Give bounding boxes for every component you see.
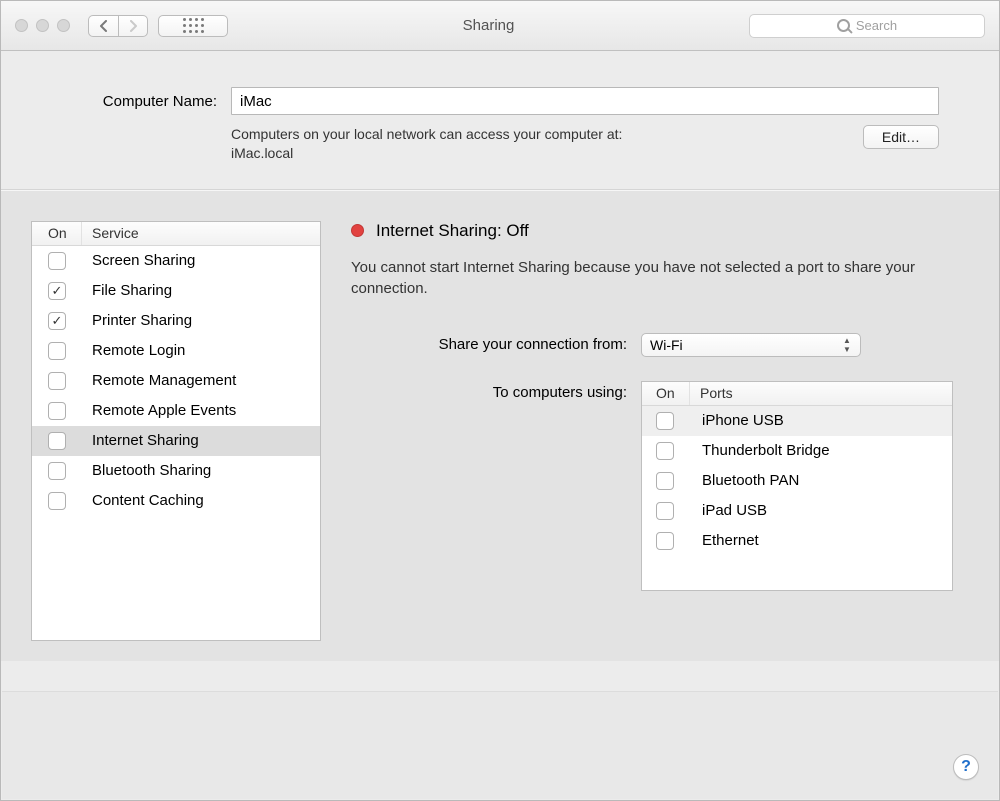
port-name: iPad USB: [692, 502, 952, 519]
ports-table: On Ports iPhone USB Thunderbolt Bridge Blu…: [641, 381, 953, 591]
detail-title: Internet Sharing: Off: [376, 221, 529, 241]
ports-table-body: iPhone USB Thunderbolt Bridge Bluetooth PA…: [642, 406, 952, 556]
ports-header-on[interactable]: On: [642, 382, 690, 405]
service-row[interactable]: Remote Management: [32, 366, 320, 396]
port-name: Thunderbolt Bridge: [692, 442, 952, 459]
forward-button[interactable]: [118, 15, 148, 37]
service-name: Printer Sharing: [82, 312, 320, 329]
service-row[interactable]: Remote Login: [32, 336, 320, 366]
port-checkbox[interactable]: [656, 412, 674, 430]
service-row[interactable]: Content Caching: [32, 486, 320, 516]
service-name: Internet Sharing: [82, 432, 320, 449]
service-checkbox[interactable]: [48, 252, 66, 270]
port-name: iPhone USB: [692, 412, 952, 429]
port-name: Bluetooth PAN: [692, 472, 952, 489]
service-name: Remote Apple Events: [82, 402, 320, 419]
help-button[interactable]: ?: [953, 754, 979, 780]
computer-name-section: Computer Name: Computers on your local n…: [1, 51, 999, 190]
port-name: Ethernet: [692, 532, 952, 549]
to-computers-row: To computers using: On Ports iPhone USB T…: [351, 381, 969, 591]
services-table-body: Screen Sharing ✓ File Sharing ✓ Printer Shar…: [32, 246, 320, 640]
service-row[interactable]: Internet Sharing: [32, 426, 320, 456]
port-row[interactable]: iPad USB: [642, 496, 952, 526]
services-area: On Service Screen Sharing ✓ File Sharing ✓ P…: [1, 190, 999, 661]
service-row[interactable]: Screen Sharing: [32, 246, 320, 276]
search-placeholder: Search: [856, 18, 897, 33]
port-checkbox[interactable]: [656, 442, 674, 460]
search-field[interactable]: Search: [749, 14, 985, 38]
sharing-preference-pane: Sharing Search Computer Name: Computers …: [0, 0, 1000, 801]
ports-table-header: On Ports: [642, 382, 952, 406]
port-checkbox[interactable]: [656, 532, 674, 550]
service-name: Screen Sharing: [82, 252, 320, 269]
search-icon: [837, 19, 850, 32]
service-name: Remote Management: [82, 372, 320, 389]
services-header-service[interactable]: Service: [82, 225, 320, 241]
updown-arrows-icon: ▲▼: [838, 336, 856, 354]
chevron-left-icon: [99, 20, 108, 32]
port-row[interactable]: Bluetooth PAN: [642, 466, 952, 496]
computer-name-input[interactable]: [231, 87, 939, 115]
service-checkbox[interactable]: ✓: [48, 312, 66, 330]
window-controls: [15, 19, 78, 32]
to-computers-label: To computers using:: [351, 381, 641, 401]
port-row[interactable]: Ethernet: [642, 526, 952, 556]
share-from-label: Share your connection from:: [351, 336, 641, 353]
toolbar: Sharing Search: [1, 1, 999, 51]
service-name: File Sharing: [82, 282, 320, 299]
service-name: Content Caching: [82, 492, 320, 509]
port-checkbox[interactable]: [656, 502, 674, 520]
service-checkbox[interactable]: [48, 462, 66, 480]
edit-hostname-button[interactable]: Edit…: [863, 125, 939, 149]
services-table-header: On Service: [32, 222, 320, 246]
services-table: On Service Screen Sharing ✓ File Sharing ✓ P…: [31, 221, 321, 641]
status-indicator-icon: [351, 224, 364, 237]
service-row[interactable]: ✓ File Sharing: [32, 276, 320, 306]
detail-description: You cannot start Internet Sharing becaus…: [351, 257, 951, 299]
share-from-row: Share your connection from: Wi-Fi ▲▼: [351, 333, 969, 357]
show-all-button[interactable]: [158, 15, 228, 37]
service-checkbox[interactable]: [48, 402, 66, 420]
computer-name-label: Computer Name:: [61, 93, 231, 110]
service-name: Bluetooth Sharing: [82, 462, 320, 479]
service-row[interactable]: ✓ Printer Sharing: [32, 306, 320, 336]
port-row[interactable]: iPhone USB: [642, 406, 952, 436]
back-button[interactable]: [88, 15, 118, 37]
service-detail: Internet Sharing: Off You cannot start I…: [351, 221, 969, 641]
nav-buttons: [88, 15, 148, 37]
service-checkbox[interactable]: [48, 492, 66, 510]
service-checkbox[interactable]: [48, 432, 66, 450]
service-row[interactable]: Remote Apple Events: [32, 396, 320, 426]
service-row[interactable]: Bluetooth Sharing: [32, 456, 320, 486]
share-from-value: Wi-Fi: [650, 337, 683, 353]
minimize-window-button[interactable]: [36, 19, 49, 32]
services-header-on[interactable]: On: [32, 222, 82, 245]
service-checkbox[interactable]: [48, 372, 66, 390]
service-name: Remote Login: [82, 342, 320, 359]
ports-header-ports[interactable]: Ports: [690, 385, 952, 401]
service-checkbox[interactable]: ✓: [48, 282, 66, 300]
window-title: Sharing: [238, 17, 739, 34]
computer-name-hint: Computers on your local network can acce…: [231, 125, 847, 163]
zoom-window-button[interactable]: [57, 19, 70, 32]
port-checkbox[interactable]: [656, 472, 674, 490]
share-from-select[interactable]: Wi-Fi ▲▼: [641, 333, 861, 357]
chevron-right-icon: [129, 20, 138, 32]
port-row[interactable]: Thunderbolt Bridge: [642, 436, 952, 466]
close-window-button[interactable]: [15, 19, 28, 32]
bottom-bar: [2, 691, 998, 799]
detail-title-row: Internet Sharing: Off: [351, 221, 969, 241]
service-checkbox[interactable]: [48, 342, 66, 360]
grid-icon: [183, 18, 204, 33]
